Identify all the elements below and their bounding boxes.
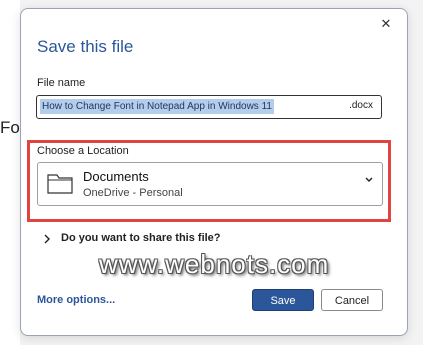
save-button[interactable]: Save xyxy=(252,289,314,311)
folder-icon xyxy=(47,174,73,194)
location-sub: OneDrive - Personal xyxy=(83,187,183,199)
file-name-label: File name xyxy=(37,77,86,89)
chevron-right-icon xyxy=(44,234,50,244)
background-document xyxy=(0,0,20,345)
more-options-link[interactable]: More options... xyxy=(37,294,115,306)
location-picker[interactable]: Documents OneDrive - Personal xyxy=(37,162,383,206)
close-icon[interactable]: ✕ xyxy=(377,15,395,33)
cancel-button[interactable]: Cancel xyxy=(321,289,383,311)
background-text-fragment: Fo xyxy=(0,118,20,137)
location-label: Choose a Location xyxy=(37,145,129,157)
file-name-field[interactable]: How to Change Font in Notepad App in Win… xyxy=(36,95,382,119)
file-name-value[interactable]: How to Change Font in Notepad App in Win… xyxy=(40,99,274,114)
share-label: Do you want to share this file? xyxy=(61,232,221,244)
save-dialog: Save this file ✕ File name How to Change… xyxy=(20,8,408,336)
file-extension: .docx xyxy=(349,100,373,111)
dialog-title: Save this file xyxy=(37,37,134,56)
chevron-down-icon xyxy=(365,177,373,182)
watermark: www.webnots.com xyxy=(99,249,330,279)
location-name: Documents xyxy=(83,169,149,184)
